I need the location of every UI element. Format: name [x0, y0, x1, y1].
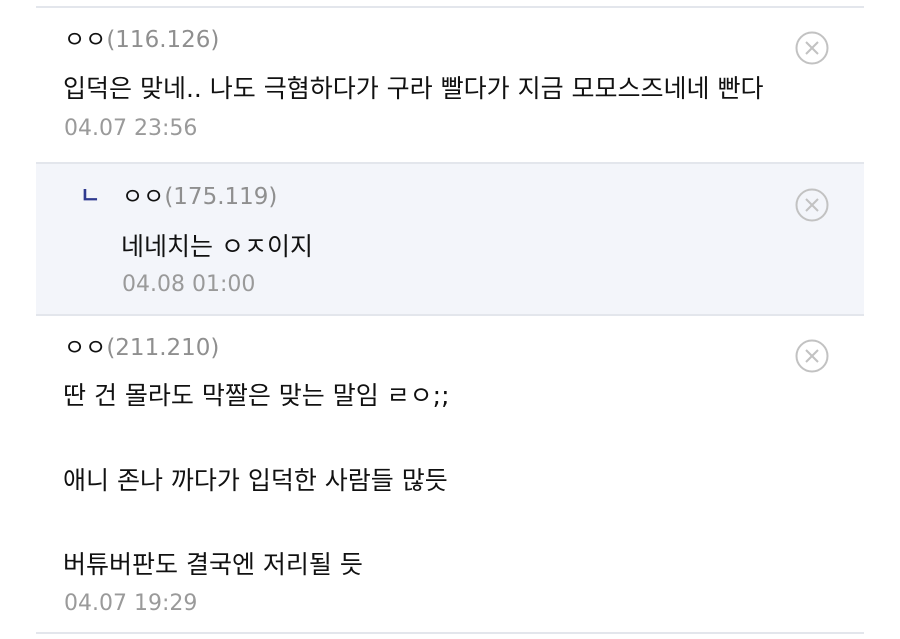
delete-circle-x-icon	[795, 339, 829, 373]
comment-body: 입덕은 맞네.. 나도 극혐하다가 구라 빨다가 지금 모모스즈네네 빤다	[63, 74, 764, 103]
delete-comment-button[interactable]	[795, 188, 829, 222]
delete-comment-button[interactable]	[795, 339, 829, 373]
comment-nickname: ㅇㅇ	[64, 335, 107, 361]
comment-timestamp: 04.08 01:00	[122, 272, 256, 297]
comment-body-line: 딴 건 몰라도 막짤은 맞는 말임 ㄹㅇ;;	[63, 381, 450, 410]
comment-timestamp: 04.07 19:29	[64, 591, 198, 616]
comment-body: 네네치는 ㅇㅈ이지	[121, 232, 313, 261]
comment-ip: (211.210)	[106, 335, 220, 361]
comment-item: ㅇㅇ(116.126) 입덕은 맞네.. 나도 극혐하다가 구라 빨다가 지금 …	[36, 8, 864, 163]
comment-item: ㅇㅇ(211.210) 딴 건 몰라도 막짤은 맞는 말임 ㄹㅇ;; 애니 존나…	[36, 316, 864, 632]
comment-ip: (116.126)	[106, 27, 220, 53]
divider	[36, 632, 864, 634]
comment-list: ㅇㅇ(116.126) 입덕은 맞네.. 나도 극혐하다가 구라 빨다가 지금 …	[0, 0, 900, 639]
reply-comment-item: ㄴ ㅇㅇ(175.119) 네네치는 ㅇㅈ이지 04.08 01:00	[36, 164, 864, 314]
delete-circle-x-icon	[795, 31, 829, 65]
comment-nickname: ㅇㅇ	[122, 184, 165, 210]
comment-ip: (175.119)	[164, 184, 278, 210]
comment-body-line: 애니 존나 까다가 입덕한 사람들 많듯	[63, 466, 448, 495]
comment-body-line: 버튜버판도 결국엔 저리될 듯	[63, 550, 363, 579]
comment-author: ㅇㅇ(211.210)	[64, 333, 219, 363]
reply-indicator: ㄴ	[80, 184, 101, 209]
comment-nickname: ㅇㅇ	[64, 27, 107, 53]
comment-author: ㅇㅇ(175.119)	[122, 182, 277, 212]
delete-circle-x-icon	[795, 188, 829, 222]
comment-timestamp: 04.07 23:56	[64, 116, 198, 141]
delete-comment-button[interactable]	[795, 31, 829, 65]
comment-author: ㅇㅇ(116.126)	[64, 25, 219, 55]
